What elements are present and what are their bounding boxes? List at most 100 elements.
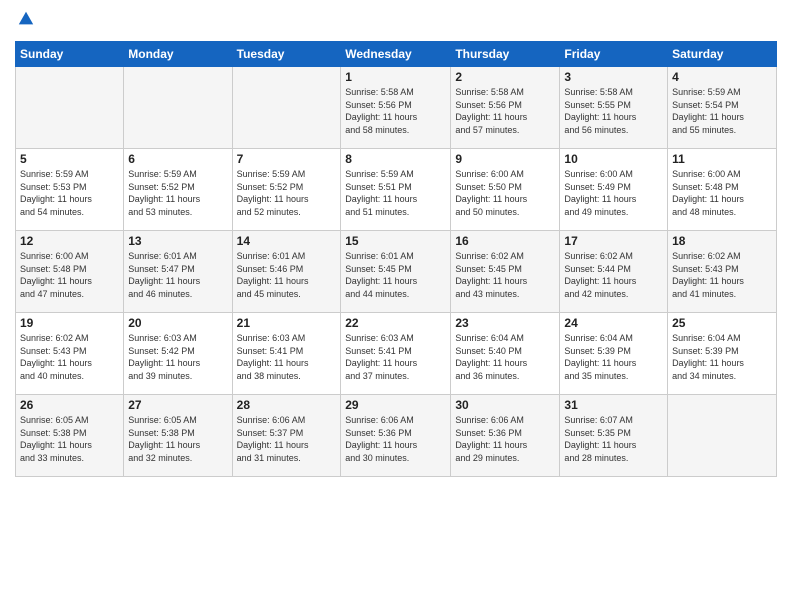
day-number: 23 — [455, 316, 555, 330]
day-info: Sunrise: 6:04 AMSunset: 5:39 PMDaylight:… — [672, 332, 772, 382]
calendar-cell: 2Sunrise: 5:58 AMSunset: 5:56 PMDaylight… — [451, 67, 560, 149]
calendar-cell: 19Sunrise: 6:02 AMSunset: 5:43 PMDayligh… — [16, 313, 124, 395]
day-number: 25 — [672, 316, 772, 330]
calendar-cell: 17 Sunrise: 6:02 AMSunset: 5:44 PMDayligh… — [560, 231, 668, 313]
weekday-wednesday: Wednesday — [341, 42, 451, 67]
day-number: 10 — [564, 152, 663, 166]
day-info: Sunrise: 6:06 AMSunset: 5:36 PMDaylight:… — [455, 414, 555, 464]
day-number: 14 — [237, 234, 337, 248]
calendar-cell — [16, 67, 124, 149]
week-row-1: 1 Sunrise: 5:58 AMSunset: 5:56 PMDaylight… — [16, 67, 777, 149]
day-number: 31 — [564, 398, 663, 412]
weekday-tuesday: Tuesday — [232, 42, 341, 67]
header — [15, 10, 777, 33]
calendar-cell: 30 Sunrise: 6:06 AMSunset: 5:36 PMDayligh… — [451, 395, 560, 477]
calendar-cell: 1 Sunrise: 5:58 AMSunset: 5:56 PMDaylight… — [341, 67, 451, 149]
day-info: Sunrise: 6:05 AMSunset: 5:38 PMDaylight:… — [20, 414, 119, 464]
day-info: Sunrise: 6:04 AMSunset: 5:39 PMDaylight:… — [564, 332, 663, 382]
day-number: 18 — [672, 234, 772, 248]
day-info: Sunrise: 5:59 AMSunset: 5:52 PMDaylight:… — [128, 168, 227, 218]
day-number: 17 — [564, 234, 663, 248]
calendar-cell: 4Sunrise: 5:59 AMSunset: 5:54 PMDaylight… — [668, 67, 777, 149]
day-number: 22 — [345, 316, 446, 330]
week-row-4: 19Sunrise: 6:02 AMSunset: 5:43 PMDayligh… — [16, 313, 777, 395]
day-number: 7 — [237, 152, 337, 166]
calendar-table: SundayMondayTuesdayWednesdayThursdayFrid… — [15, 41, 777, 477]
weekday-friday: Friday — [560, 42, 668, 67]
weekday-thursday: Thursday — [451, 42, 560, 67]
day-number: 6 — [128, 152, 227, 166]
day-number: 9 — [455, 152, 555, 166]
day-info: Sunrise: 5:59 AMSunset: 5:54 PMDaylight:… — [672, 86, 772, 136]
day-info: Sunrise: 6:05 AMSunset: 5:38 PMDaylight:… — [128, 414, 227, 464]
day-info: Sunrise: 5:59 AMSunset: 5:51 PMDaylight:… — [345, 168, 446, 218]
day-info: Sunrise: 6:00 AMSunset: 5:50 PMDaylight:… — [455, 168, 555, 218]
calendar-cell: 26 Sunrise: 6:05 AMSunset: 5:38 PMDayligh… — [16, 395, 124, 477]
day-number: 28 — [237, 398, 337, 412]
calendar-cell: 12Sunrise: 6:00 AMSunset: 5:48 PMDayligh… — [16, 231, 124, 313]
calendar-cell: 25 Sunrise: 6:04 AMSunset: 5:39 PMDayligh… — [668, 313, 777, 395]
day-info: Sunrise: 6:00 AMSunset: 5:48 PMDaylight:… — [672, 168, 772, 218]
day-number: 27 — [128, 398, 227, 412]
day-number: 29 — [345, 398, 446, 412]
day-number: 13 — [128, 234, 227, 248]
day-info: Sunrise: 6:06 AMSunset: 5:36 PMDaylight:… — [345, 414, 446, 464]
page: SundayMondayTuesdayWednesdayThursdayFrid… — [0, 0, 792, 612]
day-number: 11 — [672, 152, 772, 166]
calendar-cell: 31 Sunrise: 6:07 AMSunset: 5:35 PMDayligh… — [560, 395, 668, 477]
logo — [15, 10, 35, 33]
calendar-cell: 22 Sunrise: 6:03 AMSunset: 5:41 PMDayligh… — [341, 313, 451, 395]
calendar-cell: 18 Sunrise: 6:02 AMSunset: 5:43 PMDayligh… — [668, 231, 777, 313]
calendar-cell: 13Sunrise: 6:01 AMSunset: 5:47 PMDayligh… — [124, 231, 232, 313]
day-info: Sunrise: 6:03 AMSunset: 5:42 PMDaylight:… — [128, 332, 227, 382]
calendar-cell: 5Sunrise: 5:59 AMSunset: 5:53 PMDaylight… — [16, 149, 124, 231]
week-row-5: 26 Sunrise: 6:05 AMSunset: 5:38 PMDayligh… — [16, 395, 777, 477]
calendar-cell — [124, 67, 232, 149]
calendar-cell: 10Sunrise: 6:00 AMSunset: 5:49 PMDayligh… — [560, 149, 668, 231]
day-info: Sunrise: 6:02 AMSunset: 5:44 PMDaylight:… — [564, 250, 663, 300]
day-number: 24 — [564, 316, 663, 330]
day-info: Sunrise: 6:02 AMSunset: 5:43 PMDaylight:… — [20, 332, 119, 382]
day-info: Sunrise: 6:03 AMSunset: 5:41 PMDaylight:… — [237, 332, 337, 382]
calendar-cell: 20 Sunrise: 6:03 AMSunset: 5:42 PMDayligh… — [124, 313, 232, 395]
day-number: 15 — [345, 234, 446, 248]
day-info: Sunrise: 5:58 AMSunset: 5:56 PMDaylight:… — [345, 86, 446, 136]
day-info: Sunrise: 6:02 AMSunset: 5:43 PMDaylight:… — [672, 250, 772, 300]
day-info: Sunrise: 6:03 AMSunset: 5:41 PMDaylight:… — [345, 332, 446, 382]
day-info: Sunrise: 6:01 AMSunset: 5:46 PMDaylight:… — [237, 250, 337, 300]
day-info: Sunrise: 6:07 AMSunset: 5:35 PMDaylight:… — [564, 414, 663, 464]
day-info: Sunrise: 6:04 AMSunset: 5:40 PMDaylight:… — [455, 332, 555, 382]
logo-icon — [17, 10, 35, 28]
calendar-cell: 11 Sunrise: 6:00 AMSunset: 5:48 PMDayligh… — [668, 149, 777, 231]
week-row-3: 12Sunrise: 6:00 AMSunset: 5:48 PMDayligh… — [16, 231, 777, 313]
calendar-cell: 6 Sunrise: 5:59 AMSunset: 5:52 PMDaylight… — [124, 149, 232, 231]
day-number: 30 — [455, 398, 555, 412]
calendar-cell: 16Sunrise: 6:02 AMSunset: 5:45 PMDayligh… — [451, 231, 560, 313]
calendar-cell: 14 Sunrise: 6:01 AMSunset: 5:46 PMDayligh… — [232, 231, 341, 313]
day-number: 20 — [128, 316, 227, 330]
day-info: Sunrise: 6:02 AMSunset: 5:45 PMDaylight:… — [455, 250, 555, 300]
calendar-cell: 8Sunrise: 5:59 AMSunset: 5:51 PMDaylight… — [341, 149, 451, 231]
day-info: Sunrise: 5:58 AMSunset: 5:55 PMDaylight:… — [564, 86, 663, 136]
calendar-cell: 15Sunrise: 6:01 AMSunset: 5:45 PMDayligh… — [341, 231, 451, 313]
day-number: 5 — [20, 152, 119, 166]
day-info: Sunrise: 6:00 AMSunset: 5:48 PMDaylight:… — [20, 250, 119, 300]
calendar-cell: 7 Sunrise: 5:59 AMSunset: 5:52 PMDaylight… — [232, 149, 341, 231]
day-info: Sunrise: 5:59 AMSunset: 5:52 PMDaylight:… — [237, 168, 337, 218]
weekday-sunday: Sunday — [16, 42, 124, 67]
calendar-cell — [232, 67, 341, 149]
week-row-2: 5Sunrise: 5:59 AMSunset: 5:53 PMDaylight… — [16, 149, 777, 231]
weekday-saturday: Saturday — [668, 42, 777, 67]
calendar-cell: 29 Sunrise: 6:06 AMSunset: 5:36 PMDayligh… — [341, 395, 451, 477]
calendar-cell: 9 Sunrise: 6:00 AMSunset: 5:50 PMDaylight… — [451, 149, 560, 231]
day-number: 1 — [345, 70, 446, 84]
calendar-cell: 21 Sunrise: 6:03 AMSunset: 5:41 PMDayligh… — [232, 313, 341, 395]
weekday-header-row: SundayMondayTuesdayWednesdayThursdayFrid… — [16, 42, 777, 67]
day-number: 26 — [20, 398, 119, 412]
day-number: 21 — [237, 316, 337, 330]
calendar-cell: 3 Sunrise: 5:58 AMSunset: 5:55 PMDaylight… — [560, 67, 668, 149]
day-number: 3 — [564, 70, 663, 84]
calendar-cell: 23 Sunrise: 6:04 AMSunset: 5:40 PMDayligh… — [451, 313, 560, 395]
calendar-cell — [668, 395, 777, 477]
day-info: Sunrise: 5:58 AMSunset: 5:56 PMDaylight:… — [455, 86, 555, 136]
